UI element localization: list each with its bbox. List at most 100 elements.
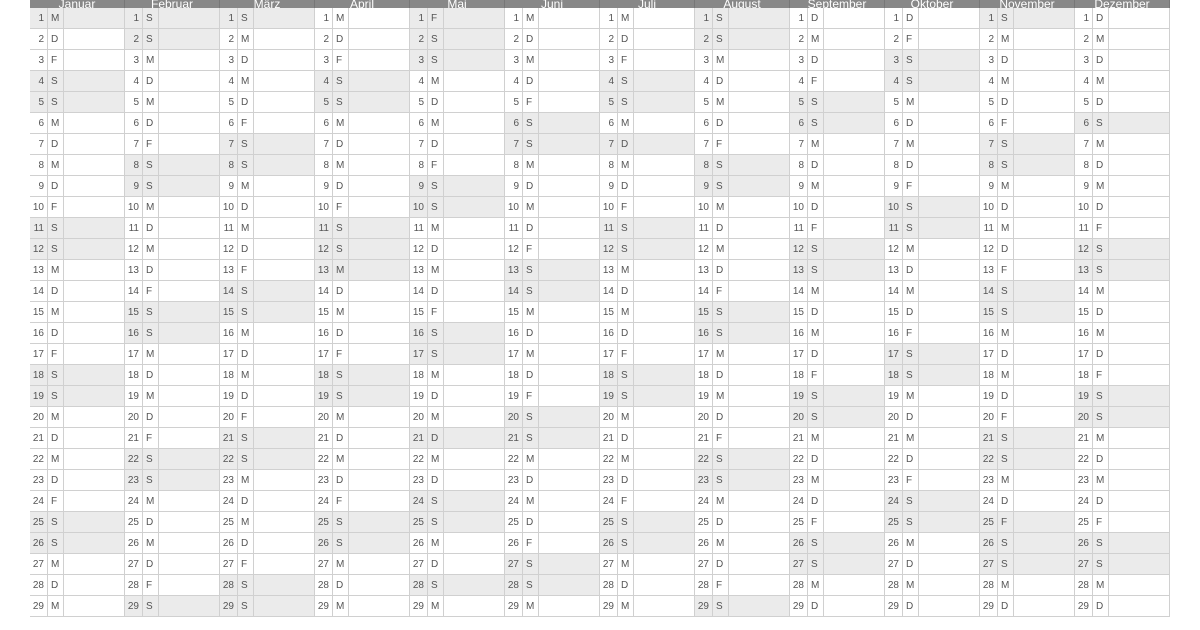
day-of-week: S bbox=[998, 281, 1014, 301]
day-cell bbox=[729, 323, 790, 343]
day-cell bbox=[159, 428, 220, 448]
day-of-week: M bbox=[903, 239, 919, 259]
day-cell bbox=[1014, 575, 1075, 595]
day-of-week: F bbox=[903, 323, 919, 343]
day-of-week: D bbox=[808, 449, 824, 469]
day-number: 2 bbox=[600, 29, 618, 49]
day-number: 24 bbox=[1075, 491, 1093, 511]
day-cell bbox=[349, 260, 410, 280]
day-row: 29D bbox=[885, 596, 980, 617]
day-row: 15M bbox=[315, 302, 410, 323]
day-cell bbox=[729, 176, 790, 196]
day-number: 3 bbox=[315, 50, 333, 70]
day-row: 20M bbox=[315, 407, 410, 428]
day-number: 9 bbox=[980, 176, 998, 196]
day-of-week: S bbox=[523, 554, 539, 574]
day-number: 10 bbox=[980, 197, 998, 217]
day-of-week: M bbox=[808, 428, 824, 448]
day-cell bbox=[159, 113, 220, 133]
day-cell bbox=[919, 533, 980, 553]
day-row: 4S bbox=[600, 71, 695, 92]
day-cell bbox=[919, 218, 980, 238]
day-number: 29 bbox=[980, 596, 998, 616]
day-number: 23 bbox=[600, 470, 618, 490]
day-cell bbox=[349, 8, 410, 28]
day-row: 24S bbox=[410, 491, 505, 512]
day-cell bbox=[349, 449, 410, 469]
day-cell bbox=[824, 260, 885, 280]
day-number: 13 bbox=[220, 260, 238, 280]
day-number: 14 bbox=[885, 281, 903, 301]
day-row: 28S bbox=[410, 575, 505, 596]
day-cell bbox=[349, 218, 410, 238]
day-of-week: F bbox=[808, 365, 824, 385]
day-of-week: M bbox=[523, 302, 539, 322]
day-cell bbox=[254, 71, 315, 91]
day-cell bbox=[444, 302, 505, 322]
day-of-week: S bbox=[428, 344, 444, 364]
day-of-week: S bbox=[143, 470, 159, 490]
day-number: 26 bbox=[125, 533, 143, 553]
day-number: 17 bbox=[695, 344, 713, 364]
day-of-week: S bbox=[238, 428, 254, 448]
day-number: 15 bbox=[980, 302, 998, 322]
day-cell bbox=[444, 239, 505, 259]
day-number: 16 bbox=[315, 323, 333, 343]
day-row: 1S bbox=[220, 8, 315, 29]
day-of-week: D bbox=[618, 134, 634, 154]
day-row: 14S bbox=[220, 281, 315, 302]
day-of-week: S bbox=[1093, 260, 1109, 280]
day-of-week: S bbox=[998, 134, 1014, 154]
day-cell bbox=[1109, 302, 1170, 322]
day-number: 24 bbox=[315, 491, 333, 511]
day-of-week: S bbox=[808, 533, 824, 553]
day-row: 8D bbox=[1075, 155, 1170, 176]
day-number: 27 bbox=[505, 554, 523, 574]
day-of-week: M bbox=[428, 449, 444, 469]
month-header: Juli bbox=[600, 0, 695, 8]
day-row: 10D bbox=[980, 197, 1075, 218]
day-row: 12D bbox=[410, 239, 505, 260]
day-cell bbox=[349, 554, 410, 574]
day-row: 28M bbox=[1075, 575, 1170, 596]
day-row: 4F bbox=[790, 71, 885, 92]
day-cell bbox=[159, 29, 220, 49]
day-row: 20D bbox=[695, 407, 790, 428]
day-of-week: D bbox=[998, 596, 1014, 616]
day-cell bbox=[539, 512, 600, 532]
day-row: 21M bbox=[885, 428, 980, 449]
day-of-week: M bbox=[333, 554, 349, 574]
day-row: 12M bbox=[695, 239, 790, 260]
day-of-week: M bbox=[903, 386, 919, 406]
day-row: 13D bbox=[695, 260, 790, 281]
day-number: 3 bbox=[220, 50, 238, 70]
day-row: 21F bbox=[695, 428, 790, 449]
day-cell bbox=[159, 92, 220, 112]
day-number: 2 bbox=[695, 29, 713, 49]
day-number: 6 bbox=[600, 113, 618, 133]
day-row: 23M bbox=[790, 470, 885, 491]
day-number: 28 bbox=[980, 575, 998, 595]
day-row: 25D bbox=[505, 512, 600, 533]
day-cell bbox=[349, 386, 410, 406]
day-cell bbox=[254, 302, 315, 322]
day-of-week: D bbox=[1093, 50, 1109, 70]
day-of-week: F bbox=[523, 533, 539, 553]
day-of-week: S bbox=[428, 197, 444, 217]
day-number: 7 bbox=[315, 134, 333, 154]
day-row: 20S bbox=[1075, 407, 1170, 428]
day-row: 6S bbox=[790, 113, 885, 134]
day-of-week: S bbox=[428, 176, 444, 196]
day-row: 8F bbox=[410, 155, 505, 176]
day-number: 29 bbox=[1075, 596, 1093, 616]
day-number: 5 bbox=[315, 92, 333, 112]
day-of-week: M bbox=[1093, 134, 1109, 154]
day-number: 14 bbox=[410, 281, 428, 301]
day-of-week: D bbox=[238, 386, 254, 406]
day-cell bbox=[444, 281, 505, 301]
day-of-week: D bbox=[713, 365, 729, 385]
day-number: 18 bbox=[885, 365, 903, 385]
day-of-week: D bbox=[998, 50, 1014, 70]
day-of-week: M bbox=[143, 239, 159, 259]
day-number: 20 bbox=[125, 407, 143, 427]
